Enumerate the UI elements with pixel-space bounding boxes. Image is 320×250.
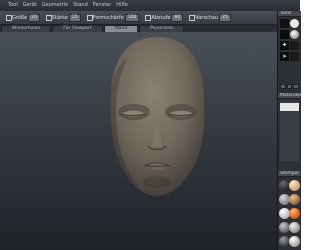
slider-value[interactable]: 80 [171,13,184,22]
viewport-tabs: Wiederholen Für Viewport Wand Panorama [0,24,277,33]
3d-viewport[interactable] [0,32,277,250]
panel-tab[interactable] [293,84,300,89]
star-icon[interactable]: ✦ [280,41,289,50]
slider-size[interactable]: Größe 20 [3,13,40,22]
menu-geometry[interactable]: Geometrie [42,0,68,11]
menu-tool[interactable]: Tool [8,0,18,11]
tool-slot-icon[interactable] [280,30,289,39]
slider-sharpness[interactable]: Formschärfe 100 [84,13,140,22]
slider-label: Vorschau [195,14,219,21]
menu-device[interactable]: Gerät [23,0,37,11]
slider-label: Stärke [51,14,68,21]
slider-value[interactable]: 100 [124,13,140,22]
material-sphere-orange[interactable] [289,208,300,219]
slider-label: Größe [12,14,28,21]
right-panel: Tools ✦ ➤ Materialien Stempel [277,11,301,250]
tool-options-bar: Größe 20 Stärke 25 Formschärfe 100 Abstu… [0,11,277,25]
slider-preview[interactable]: Vorschau 25 [186,13,231,22]
menu-window[interactable]: Fenster [93,0,112,11]
sphere-icon[interactable] [290,30,299,39]
panel-tabs [280,84,300,89]
tool-slot-icon[interactable] [290,52,299,61]
sphere-brush-icon[interactable] [290,19,299,28]
slider-label: Formschärfe [92,14,124,21]
slider-label: Abstufe [151,14,171,21]
arrow-icon[interactable]: ➤ [280,52,289,61]
stamps-header: Stempel [278,171,301,177]
panel-tab[interactable] [280,84,286,89]
panel-tab[interactable] [286,84,293,89]
materials-header: Materialien [278,93,301,99]
menu-stand[interactable]: Stand [73,0,88,11]
menu-help[interactable]: Hilfe [116,0,127,11]
app-window: Tool Gerät Geometrie Stand Fenster Hilfe… [0,0,301,250]
material-sphere-clay[interactable] [289,194,300,205]
sculpted-face-mesh [110,37,205,196]
slider-strength[interactable]: Stärke 25 [43,13,81,22]
material-sphere-chrome[interactable] [289,236,300,247]
tools-header: Tools [278,11,301,17]
slider-falloff[interactable]: Abstufe 80 [142,13,184,22]
material-swatch-white[interactable] [280,103,299,111]
tool-slot-icon[interactable] [290,41,299,50]
material-sphere-skin[interactable] [289,180,300,191]
slider-value[interactable]: 25 [219,13,231,22]
sculpt-canvas[interactable] [0,32,277,250]
material-sphere-silver[interactable] [289,222,300,233]
slider-value[interactable]: 20 [28,13,40,22]
slider-value[interactable]: 25 [68,13,81,22]
tool-slot-icon[interactable] [280,19,289,28]
